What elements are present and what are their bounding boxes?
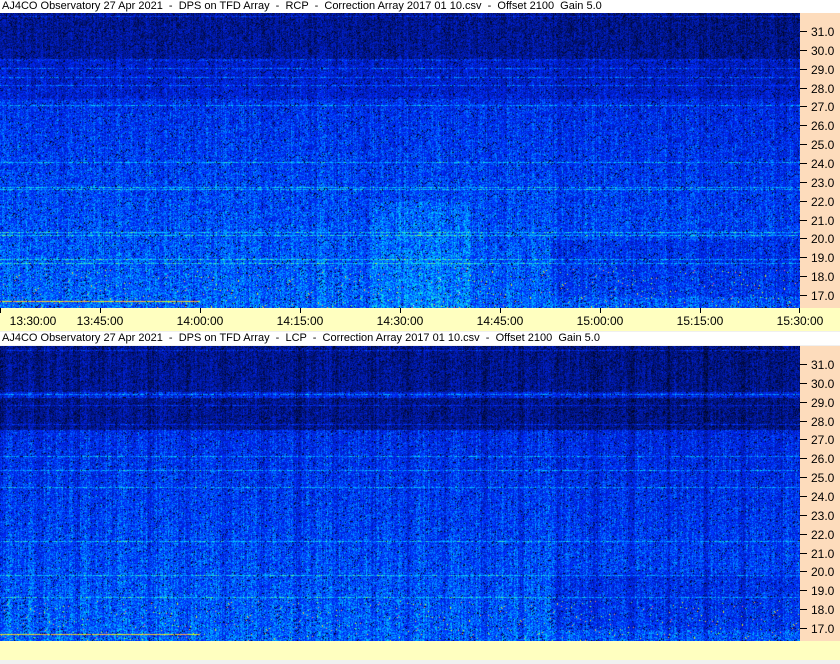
time-tick-label: 13:45:00	[76, 314, 124, 328]
tick-mark	[800, 49, 807, 51]
time-tick-label: 14:30:00	[376, 314, 424, 328]
tick-mark	[800, 200, 807, 202]
time-tick-mark	[700, 308, 701, 313]
freq-tick-label: 27.0	[811, 433, 835, 448]
bottom-strip	[0, 641, 840, 660]
tick-mark	[800, 295, 807, 297]
frequency-axis-lcp: 31.0 30.0 29.0 28.0 27.0 26.0 25.0 24.0 23.0 22.0…	[800, 346, 840, 641]
freq-tick-label: 20.0	[811, 232, 835, 247]
freq-tick-label: 27.0	[811, 100, 835, 115]
tick-mark	[800, 514, 807, 516]
freq-tick-label: 17.0	[811, 622, 835, 637]
tick-mark	[800, 552, 807, 554]
tick-mark	[800, 257, 807, 259]
tick-mark	[800, 219, 807, 221]
freq-tick-label: 26.0	[811, 119, 835, 134]
freq-tick-label: 24.0	[811, 157, 835, 172]
time-tick-label: 15:30:00	[776, 314, 824, 328]
freq-tick-label: 19.0	[811, 251, 835, 266]
tick-mark	[800, 163, 807, 165]
freq-tick-label: 28.0	[811, 414, 835, 429]
freq-tick-label: 28.0	[811, 81, 835, 96]
freq-tick-label: 21.0	[811, 213, 835, 228]
freq-tick-label: 29.0	[811, 395, 835, 410]
tick-mark	[800, 106, 807, 108]
freq-tick-label: 24.0	[811, 490, 835, 505]
tick-mark	[800, 590, 807, 592]
freq-tick-label: 29.0	[811, 62, 835, 77]
tick-mark	[800, 125, 807, 127]
freq-tick-label: 23.0	[811, 175, 835, 190]
panel-title-rcp: AJ4CO Observatory 27 Apr 2021 - DPS on T…	[0, 0, 840, 13]
spectrogram-lcp[interactable]	[0, 346, 800, 641]
tick-mark	[800, 439, 807, 441]
time-tick-mark	[300, 308, 301, 313]
time-tick-mark	[500, 308, 501, 313]
tick-mark	[800, 496, 807, 498]
tick-mark	[800, 238, 807, 240]
freq-tick-label: 25.0	[811, 138, 835, 153]
tick-mark	[800, 87, 807, 89]
freq-tick-label: 30.0	[811, 43, 835, 58]
frequency-axis-rcp: 31.0 30.0 29.0 28.0 27.0 26.0 25.0 24.0 23.0 22.0…	[800, 13, 840, 308]
freq-tick-label: 26.0	[811, 452, 835, 467]
tick-mark	[800, 364, 807, 365]
tick-mark	[800, 401, 807, 403]
freq-tick-label: 25.0	[811, 471, 835, 486]
freq-tick-label: 18.0	[811, 603, 835, 618]
tick-mark	[800, 382, 807, 384]
tick-mark	[800, 571, 807, 573]
time-tick-mark	[0, 308, 1, 313]
freq-tick-label: 30.0	[811, 376, 835, 391]
freq-tick-label: 31.0	[811, 25, 835, 39]
time-tick-label: 14:45:00	[476, 314, 524, 328]
freq-tick-label: 17.0	[811, 289, 835, 304]
tick-mark	[800, 628, 807, 630]
time-axis: 13:30:00 13:45:00 14:00:00 14:15:00 14:30:00…	[0, 308, 840, 331]
tick-mark	[800, 276, 807, 278]
tick-mark	[800, 477, 807, 479]
freq-tick-label: 31.0	[811, 358, 835, 372]
time-tick-label: 13:30:00	[9, 314, 57, 328]
tick-mark	[800, 31, 807, 32]
freq-tick-label: 23.0	[811, 508, 835, 523]
freq-tick-label: 18.0	[811, 270, 835, 285]
tick-mark	[800, 533, 807, 535]
freq-tick-label: 22.0	[811, 527, 835, 542]
time-tick-mark	[600, 308, 601, 313]
time-tick-mark	[799, 308, 800, 313]
time-tick-label: 14:00:00	[176, 314, 224, 328]
tick-mark	[800, 609, 807, 611]
time-tick-mark	[200, 308, 201, 313]
time-tick-label: 15:00:00	[576, 314, 624, 328]
tick-mark	[800, 181, 807, 183]
tick-mark	[800, 420, 807, 422]
time-tick-mark	[400, 308, 401, 313]
panel-title-lcp: AJ4CO Observatory 27 Apr 2021 - DPS on T…	[0, 332, 840, 345]
freq-tick-label: 19.0	[811, 584, 835, 599]
freq-tick-label: 20.0	[811, 565, 835, 580]
freq-tick-label: 21.0	[811, 546, 835, 561]
time-tick-mark	[100, 308, 101, 313]
tick-mark	[800, 458, 807, 460]
spectrogram-rcp[interactable]	[0, 13, 800, 308]
time-tick-label: 15:15:00	[676, 314, 724, 328]
tick-mark	[800, 68, 807, 70]
tick-mark	[800, 144, 807, 146]
freq-tick-label: 22.0	[811, 194, 835, 209]
time-tick-label: 14:15:00	[276, 314, 324, 328]
